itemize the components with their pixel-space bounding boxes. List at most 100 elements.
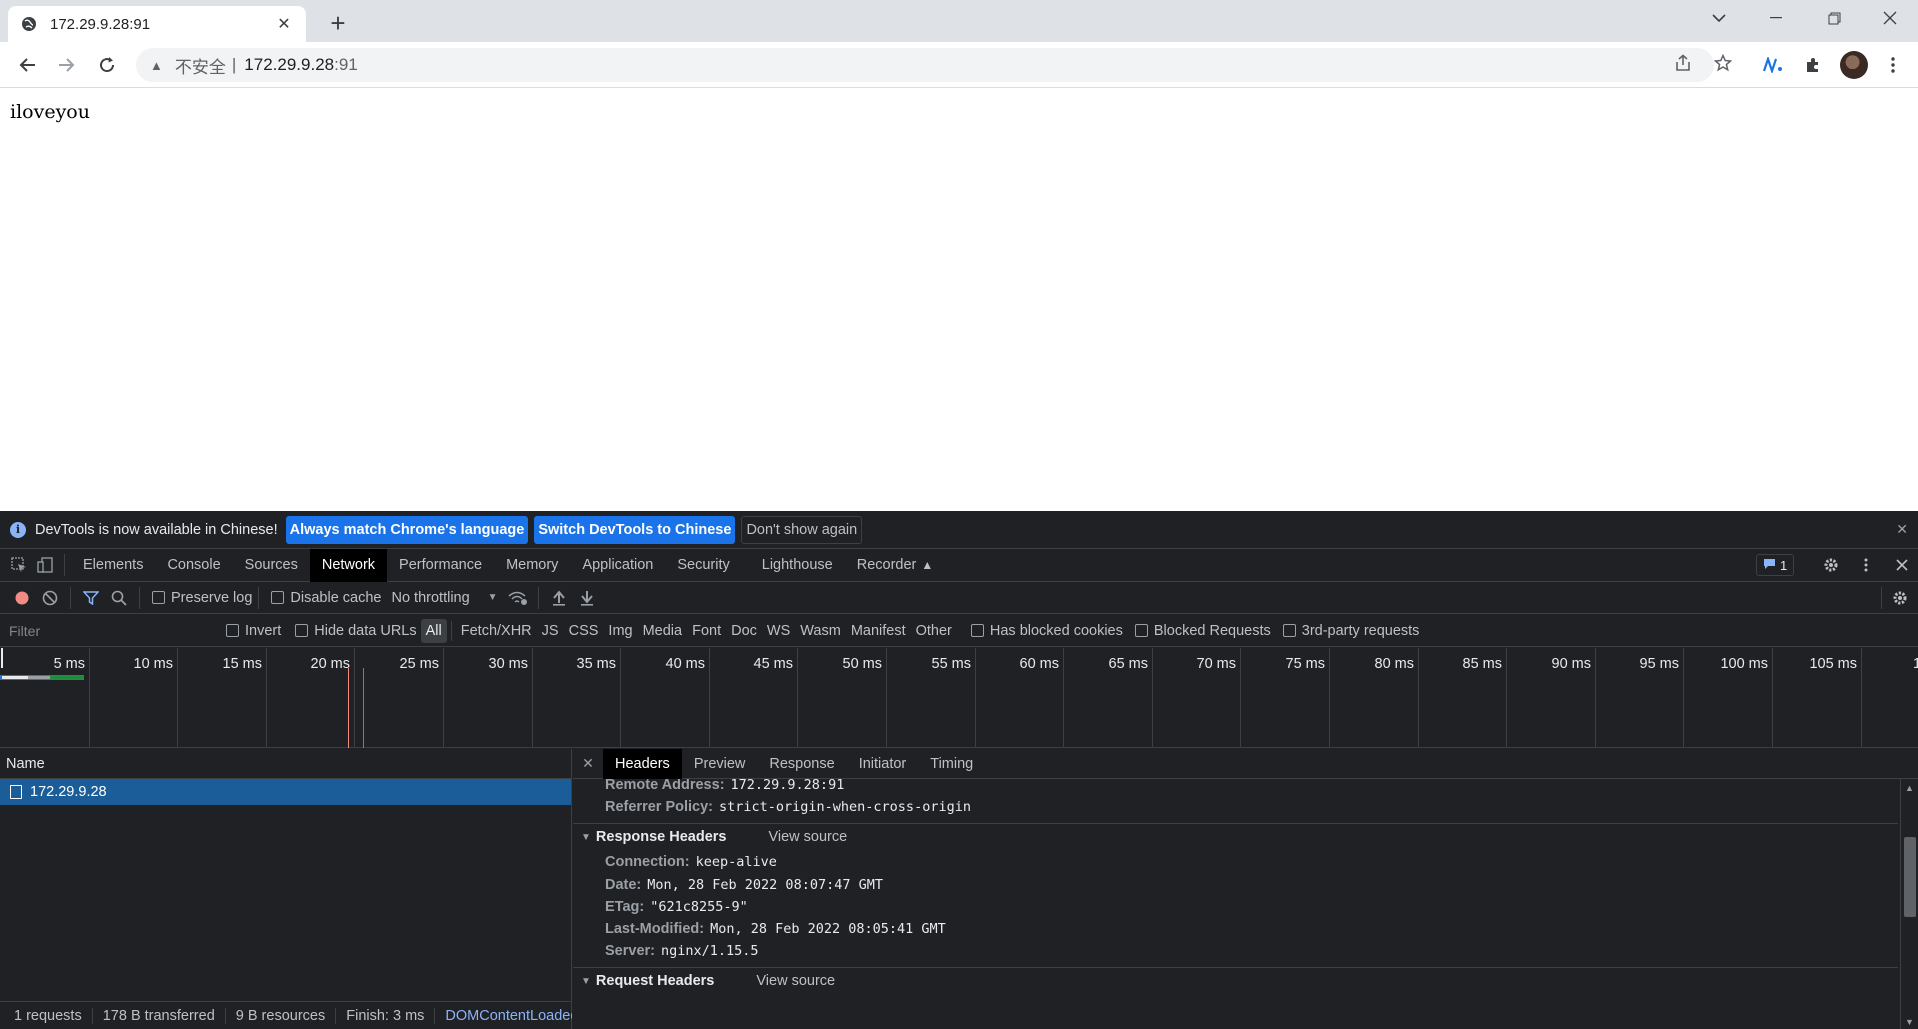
match-language-button[interactable]: Always match Chrome's language	[285, 515, 529, 544]
forward-icon[interactable]	[52, 50, 82, 80]
checkbox-box[interactable]	[1282, 624, 1296, 637]
switch-chinese-button[interactable]: Switch DevTools to Chinese	[534, 515, 736, 544]
settings-gear-icon[interactable]	[1818, 552, 1844, 578]
type-filter-all[interactable]: All	[420, 618, 447, 643]
address-bar[interactable]: ▲ 不安全 | 172.29.9.28:91	[136, 48, 1714, 82]
type-filter-ws[interactable]: WS	[762, 619, 795, 643]
detail-tab-timing[interactable]: Timing	[918, 749, 985, 779]
tab-recorder[interactable]: Recorder ▲	[845, 549, 946, 582]
tab-close-icon[interactable]: ✕	[274, 14, 294, 34]
import-har-icon[interactable]	[545, 584, 573, 612]
close-detail-icon[interactable]: ✕	[573, 755, 603, 772]
close-window-icon[interactable]	[1862, 0, 1918, 36]
request-headers-section[interactable]: ▼ Request Headers View source	[581, 973, 835, 989]
type-filter-doc[interactable]: Doc	[726, 619, 762, 643]
new-tab-button[interactable]: +	[323, 8, 353, 38]
type-filter-js[interactable]: JS	[537, 619, 564, 643]
search-icon[interactable]	[105, 584, 133, 612]
checkbox-box[interactable]	[970, 624, 984, 637]
scroll-down-icon[interactable]: ▼	[1905, 1017, 1914, 1027]
name-column-header[interactable]: Name	[0, 749, 571, 779]
infobar-close-icon[interactable]: ✕	[1896, 521, 1908, 538]
type-filter-css[interactable]: CSS	[564, 619, 604, 643]
issues-badge[interactable]: 1	[1756, 554, 1795, 576]
header-key: Connection:	[605, 854, 690, 870]
filter-bar: Filter Invert Hide data URLs All Fetch/X…	[0, 615, 1918, 647]
tab-sources[interactable]: Sources	[233, 549, 310, 582]
detail-tab-initiator[interactable]: Initiator	[847, 749, 919, 779]
type-filter-media[interactable]: Media	[638, 619, 688, 643]
timeline-tick-label: 110	[1913, 656, 1918, 672]
filter-funnel-icon[interactable]	[77, 584, 105, 612]
scroll-up-icon[interactable]: ▲	[1905, 783, 1914, 793]
inspect-element-icon[interactable]	[6, 552, 32, 578]
tab-performance[interactable]: Performance	[387, 549, 494, 582]
type-filter-font[interactable]: Font	[687, 619, 726, 643]
third-party-checkbox[interactable]: 3rd-party requests	[1282, 623, 1419, 639]
detail-tab-preview[interactable]: Preview	[682, 749, 758, 779]
filter-input[interactable]: Filter	[2, 618, 208, 643]
type-filter-manifest[interactable]: Manifest	[846, 619, 911, 643]
checkbox-box[interactable]	[152, 591, 165, 604]
checkbox-box[interactable]	[271, 591, 285, 604]
extensions-puzzle-icon[interactable]	[1798, 50, 1828, 80]
tab-memory[interactable]: Memory	[494, 549, 570, 582]
warning-icon[interactable]: ▲	[150, 58, 163, 73]
response-headers-section[interactable]: ▼ Response Headers View source	[581, 829, 847, 845]
network-conditions-icon[interactable]	[504, 584, 532, 612]
url-port[interactable]: :91	[334, 55, 358, 75]
devtools-menu-icon[interactable]	[1853, 552, 1879, 578]
share-icon[interactable]	[1668, 48, 1698, 78]
bookmark-star-icon[interactable]	[1708, 48, 1738, 78]
url-host[interactable]: 172.29.9.28	[244, 55, 334, 75]
network-overview-timeline[interactable]: 5 ms 10 ms 15 ms 20 ms 25 ms 30 ms 35 ms 40 ms 4…	[0, 648, 1918, 748]
detail-tab-response[interactable]: Response	[757, 749, 846, 779]
dont-show-again-button[interactable]: Don't show again	[741, 515, 863, 544]
preserve-log-checkbox[interactable]: Preserve log	[152, 590, 252, 606]
blocked-requests-checkbox[interactable]: Blocked Requests	[1134, 623, 1271, 639]
tab-elements[interactable]: Elements	[71, 549, 155, 582]
tab-console[interactable]: Console	[155, 549, 232, 582]
back-icon[interactable]	[12, 50, 42, 80]
more-menu-icon[interactable]	[1878, 50, 1908, 80]
hide-data-urls-checkbox[interactable]: Hide data URLs	[295, 623, 417, 639]
network-settings-gear-icon[interactable]	[1886, 584, 1914, 612]
view-source-link[interactable]: View source	[756, 973, 835, 989]
export-har-icon[interactable]	[573, 584, 601, 612]
checkbox-box[interactable]	[1134, 624, 1148, 637]
extension-n-icon[interactable]	[1758, 50, 1788, 80]
type-filter-img[interactable]: Img	[603, 619, 637, 643]
timeline-gridline	[620, 648, 621, 748]
type-filter-fetch-xhr[interactable]: Fetch/XHR	[456, 619, 537, 643]
view-source-link[interactable]: View source	[768, 829, 847, 845]
has-blocked-cookies-checkbox[interactable]: Has blocked cookies	[970, 623, 1123, 639]
insecure-label[interactable]: 不安全	[175, 53, 226, 78]
restore-icon[interactable]	[1806, 0, 1862, 36]
tab-security[interactable]: Security	[665, 549, 741, 582]
throttling-select[interactable]: No throttling ▼	[391, 590, 497, 606]
tab-search-icon[interactable]	[1691, 0, 1747, 36]
table-row[interactable]: 172.29.9.28	[0, 779, 571, 805]
checkbox-box[interactable]	[295, 624, 309, 637]
header-value: Mon, 28 Feb 2022 08:05:41 GMT	[710, 921, 946, 937]
reload-icon[interactable]	[92, 50, 122, 80]
disable-cache-checkbox[interactable]: Disable cache	[271, 590, 381, 606]
type-filter-wasm[interactable]: Wasm	[795, 619, 846, 643]
clear-icon[interactable]	[36, 584, 64, 612]
scrollbar-thumb[interactable]	[1904, 837, 1916, 917]
close-devtools-icon[interactable]	[1889, 552, 1915, 578]
type-filter-other[interactable]: Other	[911, 619, 957, 643]
detail-scrollbar[interactable]: ▲ ▼	[1900, 779, 1918, 1029]
minimize-icon[interactable]	[1748, 0, 1804, 36]
detail-tab-headers[interactable]: Headers	[603, 748, 682, 779]
tab-lighthouse[interactable]: Lighthouse	[750, 549, 845, 582]
record-icon[interactable]	[8, 584, 36, 612]
tab-network[interactable]: Network	[309, 548, 388, 582]
header-value: "621c8255-9"	[650, 899, 748, 915]
profile-avatar[interactable]	[1840, 51, 1868, 79]
invert-checkbox[interactable]: Invert	[226, 623, 281, 639]
browser-tab[interactable]: 172.29.9.28:91 ✕	[8, 6, 306, 42]
tab-application[interactable]: Application	[570, 549, 665, 582]
device-toolbar-icon[interactable]	[32, 552, 58, 578]
checkbox-box[interactable]	[226, 624, 239, 637]
